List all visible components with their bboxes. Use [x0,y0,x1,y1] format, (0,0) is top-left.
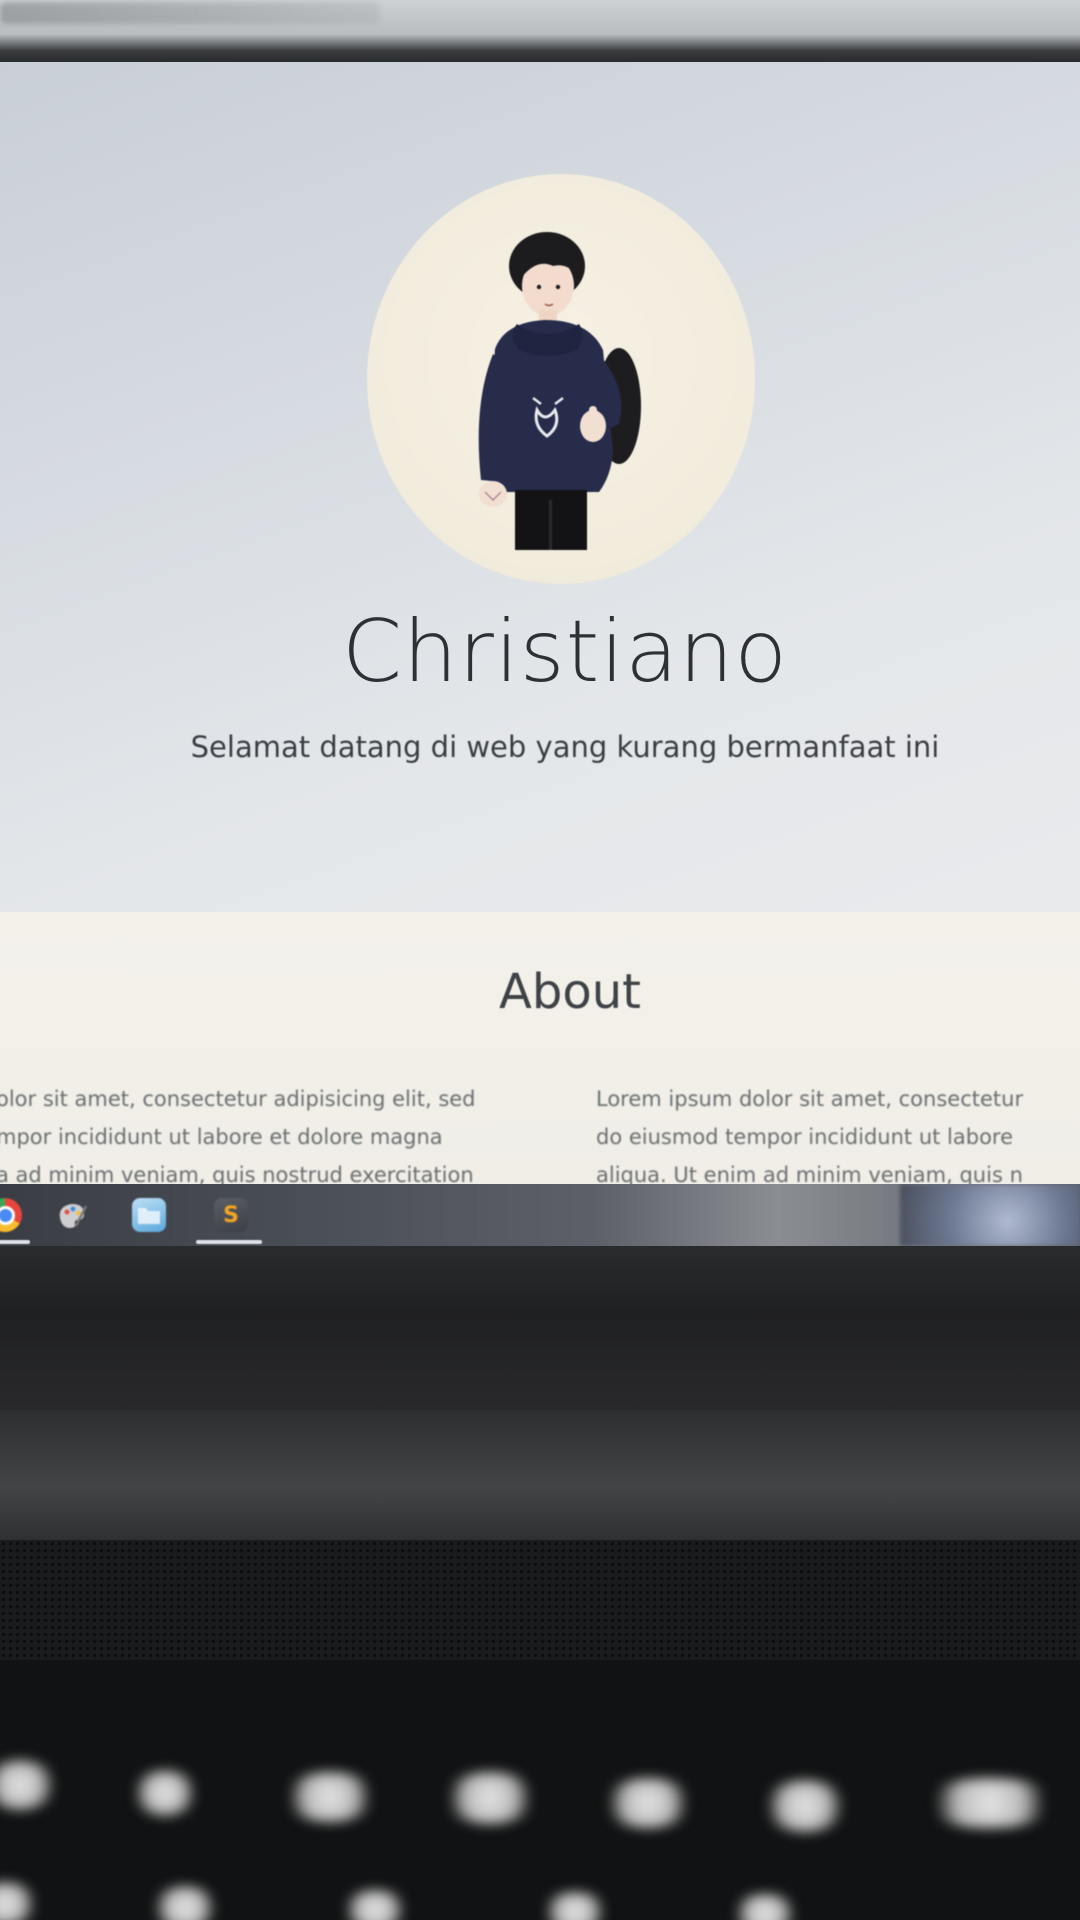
chrome-icon[interactable] [0,1198,22,1232]
about-left-line-2: mpor incididunt ut labore et dolore magn… [0,1125,443,1149]
about-right-line-1: Lorem ipsum dolor sit amet, consectetur [596,1087,1024,1111]
about-column-right: Lorem ipsum dolor sit amet, consectetur … [596,1080,1080,1184]
key-blur [0,1760,60,1810]
keyboard [0,1660,1080,1920]
about-column-left: olor sit amet, consectetur adipisicing e… [0,1080,516,1184]
avatar-illustration [478,232,641,550]
sublime-text-icon[interactable]: S [214,1198,248,1232]
key-blur [730,1894,800,1920]
desktop-wallpaper [900,1184,1080,1246]
address-bar[interactable] [0,2,380,24]
key-blur [540,1892,610,1920]
file-explorer-icon[interactable] [132,1198,166,1232]
about-right-line-2: do eiusmod tempor incididunt ut labore [596,1125,1014,1149]
key-blur [0,1882,40,1920]
taskbar: S [0,1184,1080,1246]
speaker-grille [0,1540,1080,1660]
palette-icon [59,1204,88,1228]
key-blur [600,1778,696,1828]
about-left-line-3: a ad minim veniam, quis nostrud exercita… [0,1163,474,1184]
laptop-bezel [0,1246,1080,1410]
key-blur [920,1778,1060,1828]
key-blur [280,1772,380,1822]
key-blur [340,1890,410,1920]
active-app-indicator [0,1240,30,1244]
key-blur [760,1780,850,1832]
active-app-indicator [196,1240,262,1244]
hero-name-heading: Christiano [341,602,789,702]
hero-section: Christiano Selamat datang di web yang ku… [0,62,1080,912]
browser-top-strip [0,0,1080,62]
laptop-hinge [0,1410,1080,1540]
key-blur [440,1772,540,1824]
about-left-line-1: olor sit amet, consectetur adipisicing e… [0,1087,476,1111]
profile-avatar [367,174,755,584]
key-blur [150,1886,220,1920]
folder-icon [138,1208,160,1224]
about-section: About olor sit amet, consectetur adipisi… [0,912,1080,1184]
paint-icon[interactable] [54,1198,88,1232]
about-heading: About [499,964,641,1020]
about-right-line-3: aliqua. Ut enim ad minim veniam, quis n [596,1163,1023,1184]
key-blur [130,1770,200,1816]
hero-tagline: Selamat datang di web yang kurang berman… [190,730,940,764]
